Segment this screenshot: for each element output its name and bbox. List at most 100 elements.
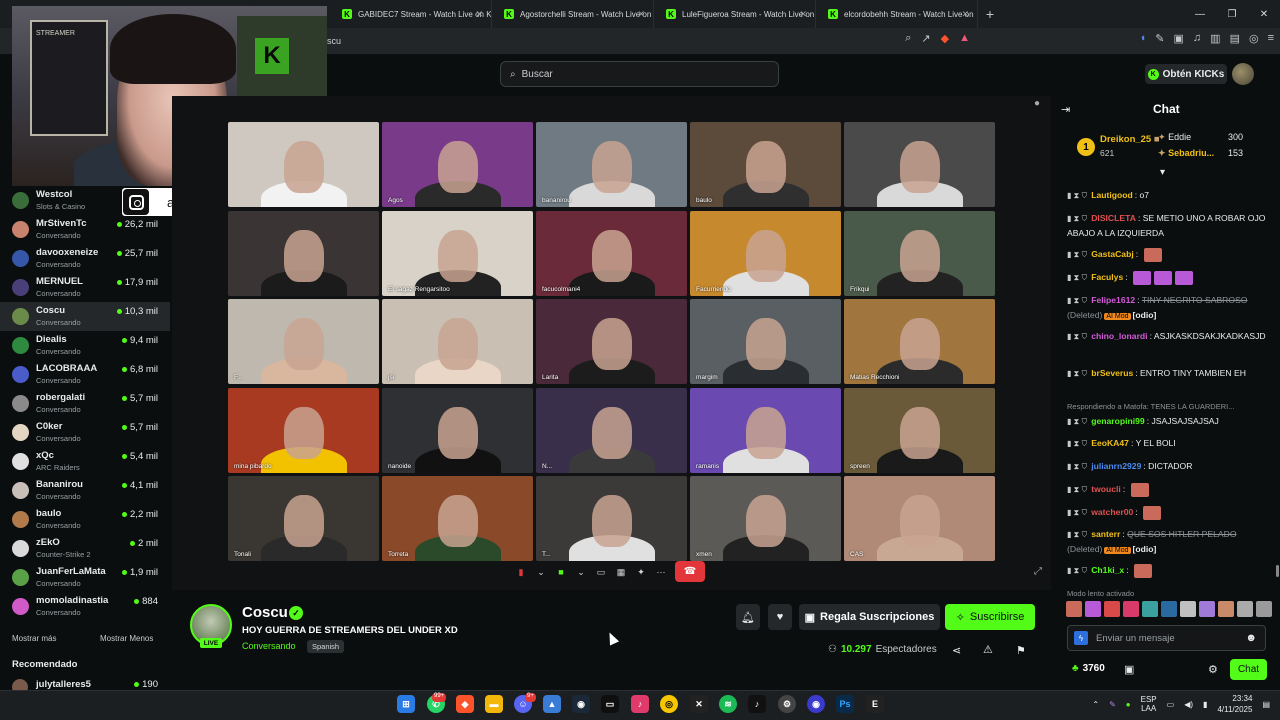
chat-username[interactable]: watcher00 bbox=[1091, 507, 1133, 517]
chat-input[interactable]: ϟ Enviar un mensaje ☻ bbox=[1067, 625, 1266, 651]
collapse-chat-icon[interactable]: ⇥ bbox=[1061, 103, 1070, 116]
close-window-icon[interactable]: ✕ bbox=[1248, 0, 1280, 28]
sidebar-channel-item[interactable]: momoladinastia Conversando 884 bbox=[0, 592, 170, 621]
battery-icon[interactable]: ▮ bbox=[1203, 700, 1207, 709]
sidebar-channel-item[interactable]: davooxeneize Conversando 25,7 mil bbox=[0, 244, 170, 273]
chat-username[interactable]: santerr bbox=[1091, 529, 1120, 539]
brave-icon[interactable]: ◆ bbox=[456, 695, 474, 713]
participant-tile[interactable] bbox=[844, 122, 995, 207]
participant-tile[interactable]: T... bbox=[536, 476, 687, 561]
epic-games-icon[interactable]: E bbox=[866, 695, 884, 713]
tiktok-studio-icon[interactable]: ♪ bbox=[631, 695, 649, 713]
notifications-button[interactable]: 🔔︎ bbox=[736, 604, 760, 630]
chat-message[interactable]: ▮ ⧗ ⛉ watcher00: bbox=[1067, 505, 1267, 520]
scrollbar[interactable] bbox=[1276, 565, 1279, 577]
chat-username[interactable]: GastaCabj bbox=[1091, 249, 1134, 259]
close-tab-icon[interactable]: ✕ bbox=[961, 9, 969, 20]
chat-username[interactable]: Felipe1612 bbox=[1091, 295, 1135, 305]
participant-tile[interactable]: N... bbox=[536, 388, 687, 473]
capcut-icon[interactable]: ✕ bbox=[690, 695, 708, 713]
mic-icon[interactable]: ▮ bbox=[514, 565, 528, 579]
sidebar-channel-item[interactable]: zEkO Counter-Strike 2 2 mil bbox=[0, 534, 170, 563]
shield-icon[interactable]: ◆ bbox=[941, 32, 949, 45]
sidebar-channel-item[interactable]: robergalati Conversando 5,7 mil bbox=[0, 389, 170, 418]
chevron-down-icon[interactable]: ⌄ bbox=[574, 565, 588, 579]
participant-tile[interactable]: margim bbox=[690, 299, 841, 384]
leaderboard-top-name[interactable]: Dreikon_25 ■ bbox=[1100, 134, 1160, 145]
chat-message[interactable]: ▮ ⧗ ⛉ DISICLETA: SE METIO UNO A ROBAR OJO… bbox=[1067, 211, 1267, 240]
chat-message[interactable]: ▮ ⧗ ⛉ genaropini99: JSAJSAJSAJSAJ bbox=[1067, 414, 1267, 429]
subscribe-button[interactable]: ✧ Suscribirse bbox=[945, 604, 1035, 630]
participant-tile[interactable]: xmen bbox=[690, 476, 841, 561]
emote-icon[interactable] bbox=[1085, 601, 1101, 617]
leaderboard-entry[interactable]: ✦ Sebadriu... bbox=[1158, 148, 1214, 159]
sidebar-channel-item[interactable]: Coscu Conversando 10,3 mil bbox=[0, 302, 170, 331]
sidebar-channel-item[interactable]: C0ker Conversando 5,7 mil bbox=[0, 418, 170, 447]
maximize-icon[interactable]: ❐ bbox=[1216, 0, 1248, 28]
chat-username[interactable]: chino_lonardi bbox=[1091, 331, 1147, 341]
emote-icon[interactable] bbox=[1123, 601, 1139, 617]
participant-tile[interactable]: nanoide bbox=[382, 388, 533, 473]
browser-tab[interactable]: K Agostorchelli Stream - Watch Live on ✕ bbox=[492, 0, 654, 28]
language-indicator[interactable]: ESP LAA bbox=[1141, 695, 1157, 713]
send-chat-button[interactable]: Chat bbox=[1230, 659, 1267, 680]
obs-icon[interactable]: ◉ bbox=[807, 695, 825, 713]
bolt-icon[interactable]: ϟ bbox=[1074, 631, 1088, 645]
channel-points[interactable]: ♣ 3760 bbox=[1072, 663, 1105, 674]
chat-message[interactable]: ▮ ⧗ ⛉ julianrn2929: DICTADOR bbox=[1067, 459, 1267, 474]
share-page-icon[interactable]: ↗ bbox=[921, 32, 930, 45]
effects-icon[interactable]: ✦ bbox=[634, 565, 648, 579]
share-icon[interactable]: ⋖ bbox=[952, 644, 961, 657]
clock[interactable]: 23:34 4/11/2025 bbox=[1217, 693, 1252, 715]
vpn-icon[interactable]: ◎ bbox=[1249, 32, 1259, 45]
participant-tile[interactable]: Matias Recchioni bbox=[844, 299, 995, 384]
participant-tile[interactable]: Facurriendo bbox=[690, 211, 841, 296]
network-icon[interactable]: ▭ bbox=[1167, 700, 1175, 709]
chat-message[interactable]: ▮ ⧗ ⛉ brSeverus: ENTRO TINY TAMBIEN EH bbox=[1067, 366, 1267, 381]
participant-tile[interactable]: Larita bbox=[536, 299, 687, 384]
sidebar-channel-item[interactable]: JuanFerLaMata Conversando 1,9 mil bbox=[0, 563, 170, 592]
participant-tile[interactable]: baulo bbox=[690, 122, 841, 207]
emote-icon[interactable] bbox=[1256, 601, 1272, 617]
chat-message[interactable]: ▮ ⧗ ⛉ twoucli: bbox=[1067, 482, 1267, 497]
grid-view-icon[interactable]: ▦ bbox=[614, 565, 628, 579]
mic-tray-icon[interactable]: ● bbox=[1126, 700, 1131, 709]
emote-icon[interactable] bbox=[1104, 601, 1120, 617]
browser-tab[interactable]: K LuleFigueroa Stream - Watch Live on ✕ bbox=[654, 0, 816, 28]
camera-icon[interactable]: ■ bbox=[554, 565, 568, 579]
chat-message[interactable]: ▮ ⧗ ⛉ chino_lonardi: ASJKASKDSAKJKADKASJD bbox=[1067, 329, 1267, 344]
browser-tab[interactable]: K GABIDEC7 Stream - Watch Live on Ki ✕ bbox=[330, 0, 492, 28]
participant-tile[interactable]: facucolmani4 bbox=[536, 211, 687, 296]
gift-subs-button[interactable]: ▣ Regala Suscripciones bbox=[799, 604, 940, 630]
settings-icon[interactable]: ⚙ bbox=[1208, 663, 1218, 676]
chat-message[interactable]: ▮ ⧗ ⛉ Lautigood: o7 bbox=[1067, 188, 1267, 203]
get-kicks-button[interactable]: K Obtén KICKs bbox=[1145, 64, 1227, 84]
screenshot-icon[interactable]: ▣ bbox=[1174, 32, 1184, 45]
folder-icon[interactable]: ▬ bbox=[485, 695, 503, 713]
close-tab-icon[interactable]: ✕ bbox=[799, 9, 807, 20]
notifications-icon[interactable]: ▤ bbox=[1262, 700, 1270, 709]
more-icon[interactable]: ⚑ bbox=[1016, 644, 1026, 657]
participant-tile[interactable]: Agos bbox=[382, 122, 533, 207]
emote-icon[interactable] bbox=[1218, 601, 1234, 617]
chevron-down-icon[interactable]: ⌄ bbox=[534, 565, 548, 579]
screen-share-icon[interactable]: ▭ bbox=[594, 565, 608, 579]
hangup-button[interactable]: ☎ bbox=[675, 561, 705, 582]
zoom-icon[interactable]: ⌕ bbox=[905, 32, 911, 45]
participant-tile[interactable]: jsi bbox=[382, 299, 533, 384]
chat-username[interactable]: Faculys bbox=[1091, 272, 1123, 282]
settings-app-icon[interactable]: ⚙ bbox=[778, 695, 796, 713]
search-input[interactable]: ⌕ Buscar bbox=[500, 61, 779, 87]
chat-username[interactable]: brSeverus bbox=[1091, 368, 1133, 378]
streamer-name[interactable]: Coscu bbox=[242, 604, 288, 621]
language-tag[interactable]: Spanish bbox=[307, 640, 345, 653]
chat-username[interactable]: twoucli bbox=[1091, 484, 1121, 494]
participant-tile[interactable]: spreen bbox=[844, 388, 995, 473]
sidebar-channel-item[interactable]: xQc ARC Raiders 5,4 mil bbox=[0, 447, 170, 476]
sidebar-channel-item[interactable]: Diealis Conversando 9,4 mil bbox=[0, 331, 170, 360]
url-field[interactable]: oscu bbox=[322, 33, 982, 49]
sidebar-channel-item[interactable]: LACOBRAAA Conversando 6,8 mil bbox=[0, 360, 170, 389]
report-icon[interactable]: ⚠ bbox=[983, 643, 993, 656]
chat-username[interactable]: DISICLETA bbox=[1091, 213, 1136, 223]
gift-icon[interactable]: ▣ bbox=[1124, 663, 1134, 676]
